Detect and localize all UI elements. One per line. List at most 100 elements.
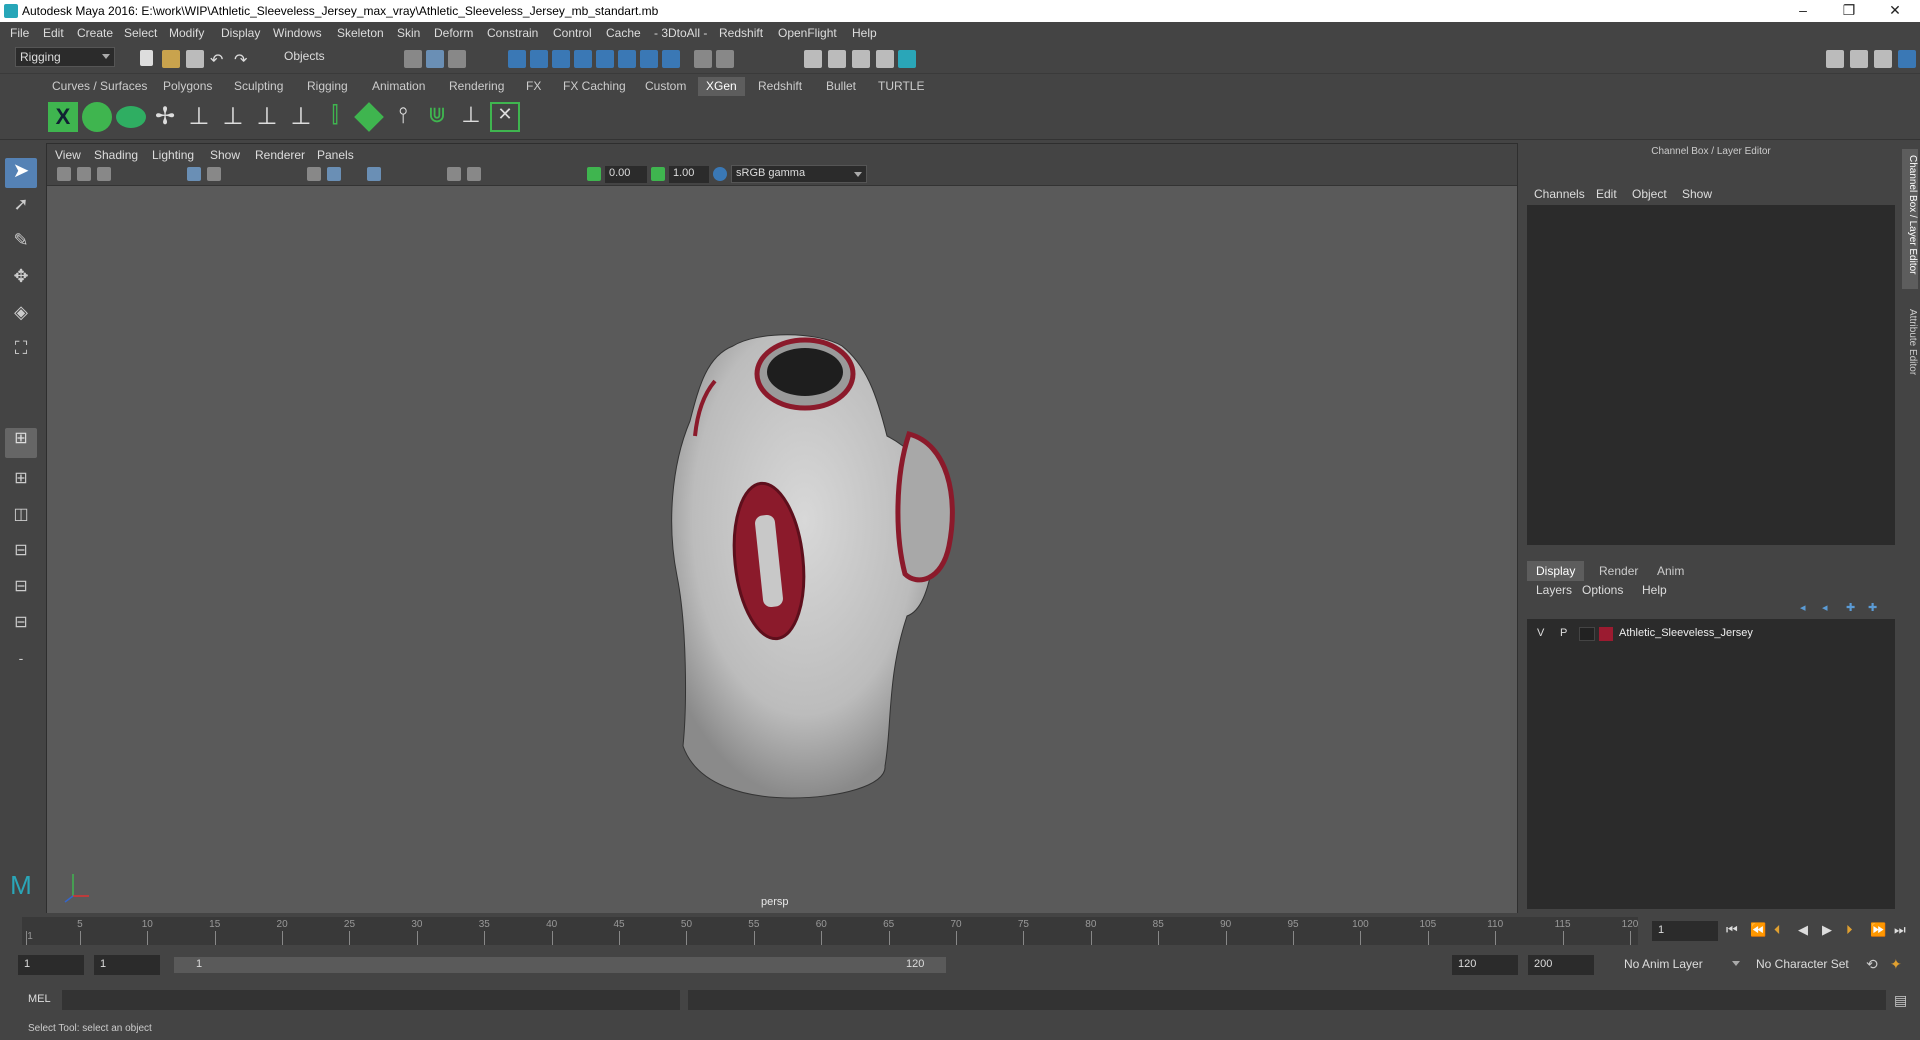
camera-attributes-icon[interactable] bbox=[77, 167, 91, 181]
animation-preferences-icon[interactable]: ✦ bbox=[1890, 956, 1906, 972]
layer-tab-display[interactable]: Display bbox=[1527, 561, 1585, 581]
menuset-dropdown[interactable]: Rigging bbox=[15, 47, 115, 67]
render-settings-icon[interactable] bbox=[876, 50, 894, 68]
lasso-tool-icon[interactable]: ➚ bbox=[5, 194, 37, 224]
layer-playback-toggle[interactable]: P bbox=[1560, 627, 1567, 639]
le-menu-layers[interactable]: Layers bbox=[1536, 583, 1572, 597]
cb-menu-show[interactable]: Show bbox=[1682, 187, 1712, 201]
shelf-tab-curves-surfaces[interactable]: Curves / Surfaces bbox=[44, 77, 155, 96]
save-scene-icon[interactable] bbox=[186, 50, 204, 68]
vp-menu-shading[interactable]: Shading bbox=[94, 148, 138, 162]
menu-display[interactable]: Display bbox=[221, 26, 260, 40]
attribute-editor-toggle-icon[interactable] bbox=[1850, 50, 1868, 68]
render-view-icon[interactable] bbox=[804, 50, 822, 68]
sculpt-guides-icon[interactable]: ⊥ bbox=[184, 102, 214, 132]
persp-graph-layout-icon[interactable]: ⊟ bbox=[5, 540, 37, 570]
redo-icon[interactable]: ↷ bbox=[234, 50, 252, 69]
vp-menu-view[interactable]: View bbox=[55, 148, 81, 162]
vp-menu-renderer[interactable]: Renderer bbox=[255, 148, 305, 162]
exposure-icon[interactable] bbox=[587, 167, 601, 181]
shelf-tab-fx[interactable]: FX bbox=[518, 77, 549, 96]
persp-hypershade-layout-icon[interactable]: ⊟ bbox=[5, 612, 37, 642]
shelf-tab-animation[interactable]: Animation bbox=[364, 77, 433, 96]
go-to-start-icon[interactable]: ⏮ bbox=[1726, 922, 1742, 938]
menu-3dtoall[interactable]: - 3DtoAll - bbox=[654, 26, 707, 40]
layer-tab-anim[interactable]: Anim bbox=[1648, 561, 1693, 581]
minimize-button[interactable]: – bbox=[1780, 0, 1826, 22]
xgen-preview-icon[interactable] bbox=[82, 102, 112, 132]
select-tool-icon[interactable]: ➤ bbox=[5, 158, 37, 188]
close-button[interactable]: ✕ bbox=[1872, 0, 1918, 22]
go-to-end-icon[interactable]: ⏭ bbox=[1894, 922, 1910, 938]
shelf-tab-fx-caching[interactable]: FX Caching bbox=[555, 77, 634, 96]
cmd-language-label[interactable]: MEL bbox=[28, 993, 51, 1005]
question-icon[interactable] bbox=[662, 50, 680, 68]
exposure-field[interactable]: 0.00 bbox=[605, 166, 647, 183]
move-layer-down-icon[interactable]: ◂ bbox=[1822, 601, 1836, 614]
menu-select[interactable]: Select bbox=[124, 26, 157, 40]
playback-end-field[interactable]: 120 bbox=[1452, 955, 1518, 975]
modeling-toolkit-icon[interactable] bbox=[1826, 50, 1844, 68]
script-editor-icon[interactable]: ▤ bbox=[1894, 992, 1910, 1008]
layer-name[interactable]: Athletic_Sleeveless_Jersey bbox=[1619, 627, 1753, 639]
shelf-tab-rigging[interactable]: Rigging bbox=[299, 77, 356, 96]
vp-menu-show[interactable]: Show bbox=[210, 148, 240, 162]
menu-windows[interactable]: Windows bbox=[273, 26, 322, 40]
shelf-tab-bullet[interactable]: Bullet bbox=[818, 77, 864, 96]
interactive-groom-icon[interactable]: ⋓ bbox=[422, 102, 452, 132]
cb-menu-channels[interactable]: Channels bbox=[1534, 187, 1585, 201]
step-forward-key-icon[interactable]: ⏵ bbox=[1846, 922, 1862, 938]
side-tab-channel-box[interactable]: Channel Box / Layer Editor bbox=[1902, 149, 1918, 289]
range-slider[interactable]: 1 120 bbox=[174, 957, 946, 973]
menu-redshift[interactable]: Redshift bbox=[719, 26, 763, 40]
selection-mode-dropdown[interactable]: Objects bbox=[280, 47, 380, 67]
hypershade-icon[interactable] bbox=[898, 50, 916, 68]
layer-row[interactable]: V P Athletic_Sleeveless_Jersey bbox=[1527, 625, 1895, 643]
ambient-occlusion-icon[interactable] bbox=[467, 167, 481, 181]
shelf-tab-rendering[interactable]: Rendering bbox=[441, 77, 512, 96]
move-layer-up-icon[interactable]: ◂ bbox=[1800, 601, 1814, 614]
shadows-icon[interactable] bbox=[447, 167, 461, 181]
menu-create[interactable]: Create bbox=[77, 26, 113, 40]
color-management-icon[interactable] bbox=[713, 167, 727, 181]
menu-skeleton[interactable]: Skeleton bbox=[337, 26, 384, 40]
select-hierarchy-icon[interactable] bbox=[404, 50, 422, 68]
paint-select-tool-icon[interactable]: ✎ bbox=[5, 230, 37, 260]
auto-key-icon[interactable]: ⟲ bbox=[1866, 956, 1882, 972]
step-back-icon[interactable]: ⏪ bbox=[1750, 922, 1766, 938]
select-component-icon[interactable] bbox=[448, 50, 466, 68]
cb-menu-edit[interactable]: Edit bbox=[1596, 187, 1617, 201]
new-scene-icon[interactable] bbox=[140, 50, 153, 66]
scale-tool-icon[interactable]: ⛶ bbox=[5, 338, 37, 368]
play-backward-icon[interactable]: ◀ bbox=[1798, 922, 1814, 938]
anim-layer-dropdown[interactable]: No Anim Layer bbox=[1620, 955, 1744, 975]
new-layer-icon[interactable]: ✚ bbox=[1846, 601, 1860, 614]
menu-skin[interactable]: Skin bbox=[397, 26, 420, 40]
layer-color-swatch[interactable] bbox=[1599, 627, 1613, 641]
playback-start-field[interactable]: 1 bbox=[94, 955, 160, 975]
xgen-layer-icon[interactable] bbox=[354, 102, 384, 132]
start-time-field[interactable]: 1 bbox=[18, 955, 84, 975]
side-tab-attribute-editor[interactable]: Attribute Editor bbox=[1902, 303, 1918, 393]
current-frame-field[interactable]: 1 bbox=[1652, 921, 1718, 941]
lock-icon[interactable] bbox=[694, 50, 712, 68]
single-perspective-layout-icon[interactable]: ⊞ bbox=[5, 428, 37, 458]
snap-together-icon[interactable] bbox=[640, 50, 658, 68]
menu-help[interactable]: Help bbox=[852, 26, 877, 40]
menu-cache[interactable]: Cache bbox=[606, 26, 641, 40]
play-forward-icon[interactable]: ▶ bbox=[1822, 922, 1838, 938]
xgen-editor-icon[interactable]: X bbox=[48, 102, 78, 132]
le-menu-options[interactable]: Options bbox=[1582, 583, 1623, 597]
snap-surface-icon[interactable] bbox=[574, 50, 592, 68]
cb-menu-object[interactable]: Object bbox=[1632, 187, 1667, 201]
time-slider-track[interactable]: 1 5 10 15 20 25 30 35 40 45 50 55 60 65 70 75 80 85 90 95 10… bbox=[22, 917, 1638, 945]
guides-to-curves-icon[interactable]: ⫿ bbox=[320, 102, 350, 132]
menu-modify[interactable]: Modify bbox=[169, 26, 204, 40]
lock-guides-icon[interactable]: ⊥ bbox=[286, 102, 316, 132]
snap-curve-icon[interactable] bbox=[530, 50, 548, 68]
shelf-tab-redshift[interactable]: Redshift bbox=[750, 77, 810, 96]
grid-icon[interactable] bbox=[187, 167, 201, 181]
select-object-icon[interactable] bbox=[426, 50, 444, 68]
menu-control[interactable]: Control bbox=[553, 26, 592, 40]
channel-box-toggle-icon[interactable] bbox=[1898, 50, 1916, 68]
